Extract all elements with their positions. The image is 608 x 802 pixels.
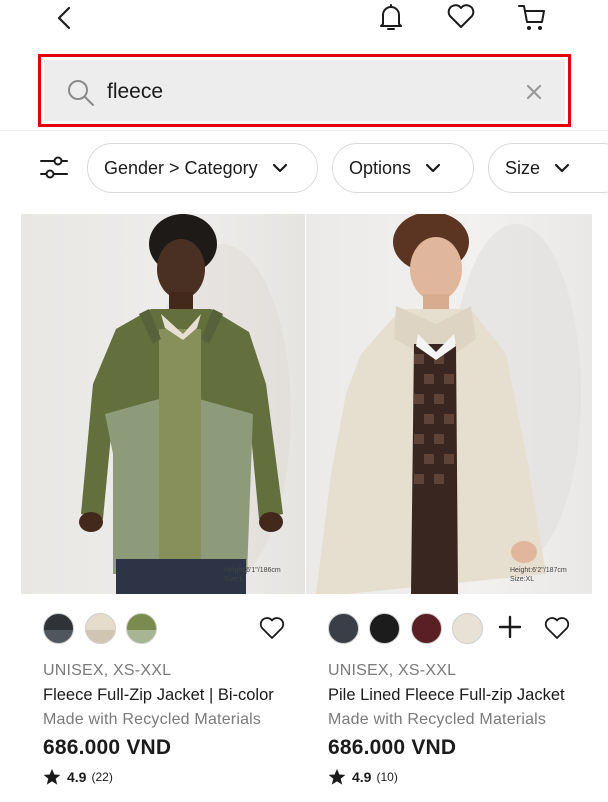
product-name[interactable]: Fleece Full-Zip Jacket | Bi-color bbox=[43, 686, 274, 705]
product-rating: 4.9 (22) bbox=[43, 768, 113, 786]
model-size-caption: Height:6'2"/187cm Size:XL bbox=[510, 567, 567, 583]
filter-gender-category[interactable]: Gender > Category bbox=[87, 143, 318, 193]
bell-icon[interactable] bbox=[377, 2, 405, 32]
product-size-range: UNISEX, XS-XXL bbox=[43, 662, 172, 679]
clear-search-icon[interactable] bbox=[524, 82, 544, 102]
star-icon bbox=[43, 768, 61, 785]
cart-icon[interactable] bbox=[517, 2, 547, 32]
chevron-down-icon bbox=[425, 163, 441, 173]
product-rating: 4.9 (10) bbox=[328, 768, 398, 786]
favorite-heart-icon[interactable] bbox=[258, 615, 286, 641]
back-icon[interactable] bbox=[52, 4, 80, 32]
top-bar bbox=[0, 0, 608, 40]
color-swatch[interactable] bbox=[369, 613, 400, 644]
search-icon bbox=[68, 80, 94, 106]
color-swatch[interactable] bbox=[328, 613, 359, 644]
color-swatch[interactable] bbox=[452, 613, 483, 644]
favorite-heart-icon[interactable] bbox=[543, 615, 571, 641]
model-illustration bbox=[79, 214, 291, 594]
review-count: (22) bbox=[91, 770, 113, 784]
filter-sliders-icon[interactable] bbox=[40, 155, 68, 181]
model-size-caption: Height:6'1"/186cm Size:L bbox=[224, 567, 281, 583]
rating-value: 4.9 bbox=[67, 769, 87, 785]
filter-options[interactable]: Options bbox=[332, 143, 474, 193]
rating-value: 4.9 bbox=[352, 769, 372, 785]
product-size-range: UNISEX, XS-XXL bbox=[328, 662, 457, 679]
product-price: 686.000 VND bbox=[43, 736, 172, 759]
divider bbox=[0, 130, 608, 131]
product-image-fleece-bicolor[interactable]: Height:6'1"/186cm Size:L bbox=[21, 214, 305, 594]
model-illustration bbox=[316, 214, 581, 594]
color-swatch[interactable] bbox=[85, 613, 116, 644]
color-swatch[interactable] bbox=[126, 613, 157, 644]
product-subtitle: Made with Recycled Materials bbox=[328, 711, 547, 728]
chevron-down-icon bbox=[272, 163, 287, 173]
filter-label: Options bbox=[349, 157, 412, 178]
filter-size[interactable]: Size bbox=[488, 143, 608, 193]
star-icon bbox=[328, 768, 346, 785]
product-subtitle: Made with Recycled Materials bbox=[43, 711, 262, 728]
filter-label: Gender > Category bbox=[104, 157, 258, 178]
product-image-pile-lined-fleece[interactable]: Height:6'2"/187cm Size:XL bbox=[306, 214, 592, 594]
search-bar bbox=[44, 60, 565, 121]
chevron-down-icon bbox=[554, 163, 570, 173]
more-colors-plus-icon[interactable] bbox=[498, 614, 522, 640]
filter-label: Size bbox=[505, 157, 541, 178]
color-swatch[interactable] bbox=[43, 613, 74, 644]
product-price: 686.000 VND bbox=[328, 736, 457, 759]
color-swatch[interactable] bbox=[411, 613, 442, 644]
wishlist-heart-icon[interactable] bbox=[446, 2, 476, 30]
review-count: (10) bbox=[376, 770, 398, 784]
search-highlight bbox=[38, 54, 571, 127]
search-input[interactable] bbox=[107, 74, 487, 110]
product-name[interactable]: Pile Lined Fleece Full-zip Jacket bbox=[328, 686, 565, 705]
